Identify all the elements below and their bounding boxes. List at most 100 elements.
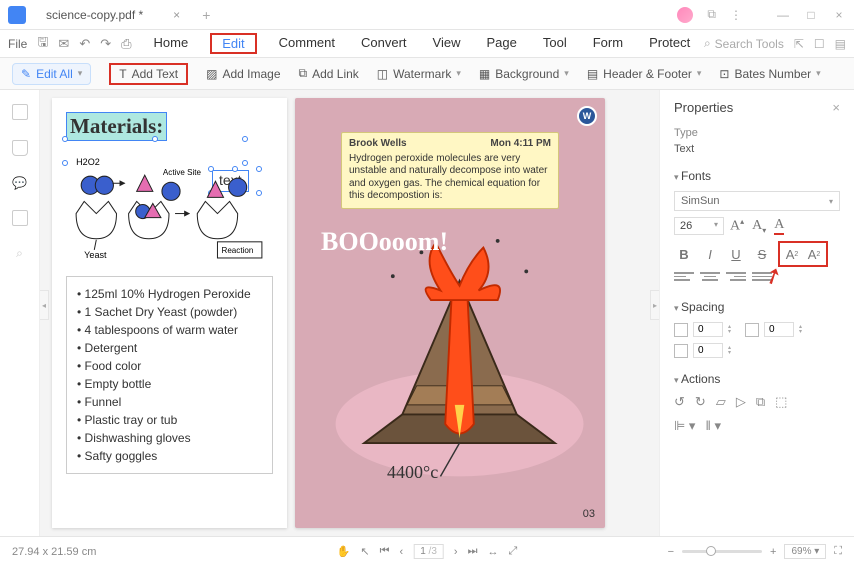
font-family-select[interactable]: SimSun <box>674 191 840 211</box>
zoom-out-button[interactable]: − <box>668 546 674 558</box>
before-spacing-icon <box>745 323 759 337</box>
align-left-button[interactable] <box>674 272 694 288</box>
italic-button[interactable]: I <box>700 244 720 264</box>
tab-convert[interactable]: Convert <box>357 33 411 54</box>
decrease-font-icon[interactable]: A▾ <box>752 218 766 235</box>
zoom-in-button[interactable]: + <box>770 546 776 558</box>
char-spacing-input[interactable] <box>693 343 723 358</box>
tab-page[interactable]: Page <box>482 33 520 54</box>
fullscreen-icon[interactable]: ⛶ <box>834 545 842 558</box>
panel-toggle-icon[interactable]: ▤ <box>835 37 846 51</box>
zoom-slider[interactable] <box>682 550 762 553</box>
spinner[interactable]: ▴▾ <box>728 325 731 335</box>
rotate-left-icon[interactable]: ↺ <box>674 394 685 410</box>
before-spacing-input[interactable] <box>764 322 794 337</box>
close-window-button[interactable]: × <box>832 8 846 22</box>
first-page-button[interactable]: ⏮ <box>380 545 390 558</box>
superscript-button[interactable]: A2 <box>782 244 802 264</box>
cloud-icon[interactable]: ☐ <box>814 37 825 51</box>
watermark-button[interactable]: ◫ Watermark <box>377 67 461 81</box>
tab-edit[interactable]: Edit <box>210 33 256 54</box>
hand-tool-icon[interactable]: ✋ <box>337 545 351 558</box>
zoom-value[interactable]: 69% ▾ <box>784 544 826 559</box>
mail-icon[interactable]: ✉ <box>58 36 69 52</box>
header-footer-button[interactable]: ▤ Header & Footer <box>587 67 702 81</box>
flip-h-icon[interactable]: ▱ <box>716 394 726 410</box>
tab-view[interactable]: View <box>429 33 465 54</box>
image-icon: ▨ <box>206 67 217 81</box>
flip-v-icon[interactable]: ▷ <box>736 394 746 410</box>
right-collapse-button[interactable]: ▸ <box>650 290 659 320</box>
print-icon[interactable]: ⎙ <box>121 36 131 52</box>
comments-icon[interactable]: 💬 <box>12 176 27 190</box>
select-tool-icon[interactable]: ↖ <box>360 545 369 558</box>
file-menu[interactable]: File <box>8 37 27 51</box>
close-tab-icon[interactable]: × <box>173 8 180 22</box>
undo-icon[interactable]: ↶ <box>79 36 90 52</box>
export-icon[interactable]: ⇱ <box>794 37 804 51</box>
word-export-badge[interactable]: W <box>577 106 597 126</box>
tab-comment[interactable]: Comment <box>275 33 339 54</box>
bates-number-button[interactable]: ⊡ Bates Number <box>719 67 820 81</box>
last-page-button[interactable]: ⏭ <box>468 545 478 558</box>
replace-icon[interactable]: ⬚ <box>775 394 787 410</box>
line-spacing-input[interactable] <box>693 322 723 337</box>
temperature-label: 4400°c <box>387 462 438 483</box>
bookmarks-icon[interactable] <box>12 140 28 156</box>
bold-button[interactable]: B <box>674 244 694 264</box>
document-canvas[interactable]: ◂ ▸ Materials: text H2O2 Active Site <box>40 90 659 536</box>
edit-all-button[interactable]: ✎ Edit All <box>12 63 91 85</box>
align-center-button[interactable] <box>700 272 720 288</box>
properties-panel: Properties × Type Text Fonts SimSun 26 A… <box>659 90 854 536</box>
distribute-icon[interactable]: ‖ ▾ <box>705 418 721 434</box>
spinner[interactable]: ▴▾ <box>799 325 802 335</box>
thumbnails-icon[interactable] <box>12 104 28 120</box>
add-tab-button[interactable]: + <box>202 7 210 23</box>
tab-filename: science-copy.pdf * <box>46 8 143 22</box>
tab-protect[interactable]: Protect <box>645 33 694 54</box>
page-dimensions: 27.94 x 21.59 cm <box>12 546 96 558</box>
tab-form[interactable]: Form <box>589 33 627 54</box>
tab-home[interactable]: Home <box>150 33 193 54</box>
rotate-right-icon[interactable]: ↻ <box>695 394 706 410</box>
maximize-button[interactable]: □ <box>804 8 818 22</box>
spinner[interactable]: ▴▾ <box>728 346 731 356</box>
subscript-button[interactable]: A2 <box>804 244 824 264</box>
page-input[interactable]: 1 /3 <box>413 544 444 559</box>
add-text-button[interactable]: T Add Text <box>109 63 188 85</box>
font-size-select[interactable]: 26 <box>674 217 724 235</box>
redo-icon[interactable]: ↷ <box>100 36 111 52</box>
close-panel-icon[interactable]: × <box>832 100 840 115</box>
increase-font-icon[interactable]: A▴ <box>730 217 744 235</box>
minimize-button[interactable]: — <box>776 8 790 22</box>
actions-section-header[interactable]: Actions <box>674 372 840 386</box>
tab-tool[interactable]: Tool <box>539 33 571 54</box>
document-tab[interactable]: science-copy.pdf * × <box>36 4 190 26</box>
share-icon[interactable]: ⧉ <box>707 7 716 22</box>
align-right-button[interactable] <box>726 272 746 288</box>
more-icon[interactable]: ⋮ <box>730 8 742 22</box>
align-objects-icon[interactable]: ⊫ ▾ <box>674 418 695 434</box>
next-page-button[interactable]: › <box>454 546 458 558</box>
fonts-section-header[interactable]: Fonts <box>674 169 840 183</box>
attachments-icon[interactable] <box>12 210 28 226</box>
spacing-section-header[interactable]: Spacing <box>674 300 840 314</box>
strikethrough-button[interactable]: S <box>752 244 772 264</box>
background-button[interactable]: ▦ Background <box>479 67 569 81</box>
prev-page-button[interactable]: ‹ <box>400 546 404 558</box>
add-image-button[interactable]: ▨ Add Image <box>206 67 280 81</box>
ai-icon[interactable] <box>677 7 693 23</box>
underline-button[interactable]: U <box>726 244 746 264</box>
menu-bar: File 🖫 ✉ ↶ ↷ ⎙ Home Edit Comment Convert… <box>0 30 854 58</box>
fit-page-icon[interactable]: ⤢ <box>508 545 517 558</box>
save-icon[interactable]: 🖫 <box>37 33 48 55</box>
list-item: Detergent <box>77 339 264 357</box>
search-rail-icon[interactable]: ⌕ <box>16 246 23 261</box>
comment-note[interactable]: Brook Wells Mon 4:11 PM Hydrogen peroxid… <box>341 132 559 209</box>
left-collapse-button[interactable]: ◂ <box>40 290 49 320</box>
search-tools[interactable]: ⌕ Search Tools <box>704 36 784 51</box>
font-color-icon[interactable]: A <box>774 217 784 235</box>
fit-width-icon[interactable]: ↔ <box>487 546 498 558</box>
crop-icon[interactable]: ⧉ <box>756 394 765 410</box>
add-link-button[interactable]: ⧉ Add Link <box>299 66 359 81</box>
